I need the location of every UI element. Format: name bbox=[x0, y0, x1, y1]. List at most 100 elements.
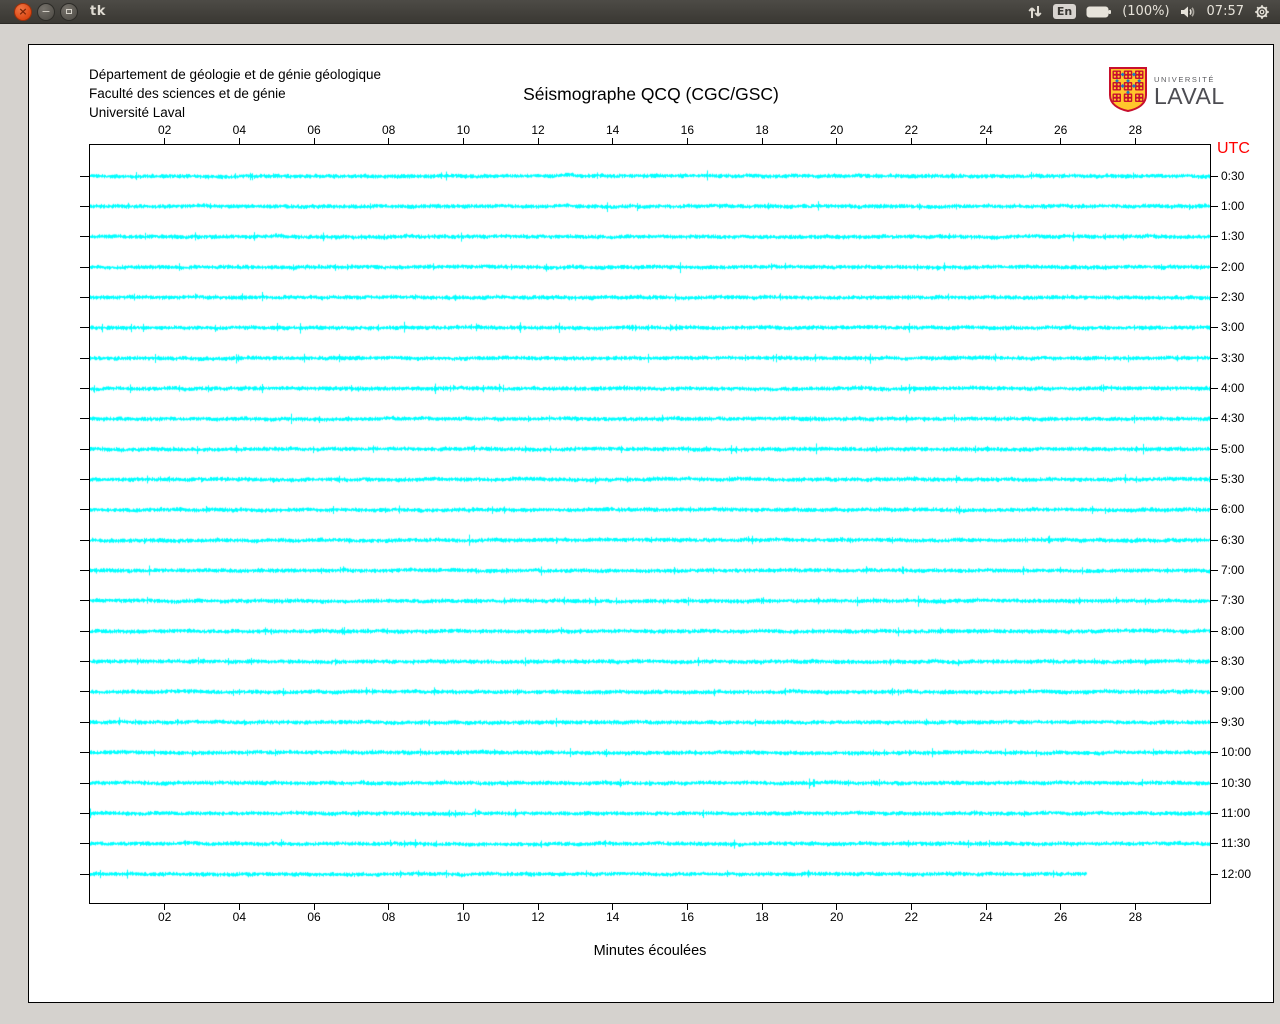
x-tick-top bbox=[1134, 138, 1136, 145]
battery-percentage: (100%) bbox=[1122, 4, 1170, 19]
x-tick-label-top: 16 bbox=[680, 123, 694, 137]
x-tick-label-bottom: 24 bbox=[979, 910, 993, 924]
utc-time-label: 3:30 bbox=[1221, 350, 1245, 365]
x-tick-label-top: 18 bbox=[755, 123, 769, 137]
x-tick-label-top: 28 bbox=[1128, 123, 1142, 137]
laval-logo-text: UNIVERSITÉ LAVAL bbox=[1154, 76, 1225, 109]
trace-tick-left bbox=[80, 661, 90, 663]
trace-tick-left bbox=[80, 812, 90, 814]
utc-time-label: 7:00 bbox=[1221, 563, 1245, 578]
utc-time-label: 3:00 bbox=[1221, 320, 1245, 335]
x-tick-bottom bbox=[1060, 903, 1062, 910]
trace-tick-right bbox=[1210, 873, 1218, 875]
x-tick-label-top: 14 bbox=[605, 123, 620, 137]
utc-time-label: 9:30 bbox=[1221, 714, 1245, 729]
institution-line-university: Université Laval bbox=[89, 105, 186, 120]
utc-time-label: 11:00 bbox=[1221, 805, 1251, 820]
institution-line-faculty: Faculté des sciences et de génie bbox=[89, 86, 286, 101]
trace-tick-left bbox=[80, 691, 90, 693]
utc-time-label: 1:30 bbox=[1221, 229, 1245, 244]
trace-tick-left bbox=[80, 600, 90, 602]
utc-time-label: 8:00 bbox=[1221, 623, 1245, 638]
battery-icon[interactable] bbox=[1086, 5, 1112, 19]
utc-time-label: 6:00 bbox=[1221, 502, 1245, 517]
seismogram-canvas bbox=[90, 145, 1210, 903]
window-minimize-button[interactable]: − bbox=[37, 2, 55, 21]
utc-time-label: 4:30 bbox=[1221, 411, 1245, 426]
trace-tick-left bbox=[80, 539, 90, 541]
utc-time-label: 2:00 bbox=[1221, 259, 1245, 274]
x-tick-top bbox=[537, 138, 539, 145]
x-tick-bottom bbox=[1134, 903, 1136, 910]
x-tick-bottom bbox=[313, 903, 315, 910]
x-tick-bottom bbox=[686, 903, 688, 910]
trace-tick-left bbox=[80, 843, 90, 845]
trace-tick-left bbox=[80, 175, 90, 177]
utc-time-label: 2:30 bbox=[1221, 289, 1245, 304]
x-tick-top bbox=[686, 138, 688, 145]
trace-tick-right bbox=[1210, 782, 1218, 784]
x-tick-label-bottom: 18 bbox=[755, 910, 769, 924]
utc-time-label: 10:00 bbox=[1221, 745, 1252, 760]
trace-tick-left bbox=[80, 205, 90, 207]
laval-shield-icon bbox=[1109, 67, 1147, 117]
x-tick-label-bottom: 26 bbox=[1053, 910, 1068, 924]
trace-tick-right bbox=[1210, 570, 1218, 572]
chart-title: Séismographe QCQ (CGC/GSC) bbox=[523, 84, 779, 104]
x-tick-top bbox=[761, 138, 763, 145]
trace-tick-right bbox=[1210, 205, 1218, 207]
x-tick-bottom bbox=[238, 903, 240, 910]
trace-tick-left bbox=[80, 387, 90, 389]
institution-line-department: Département de géologie et de génie géol… bbox=[89, 67, 381, 82]
volume-icon[interactable] bbox=[1180, 5, 1197, 19]
trace-tick-right bbox=[1210, 721, 1218, 723]
window-title: tk bbox=[90, 4, 106, 19]
session-gear-icon[interactable] bbox=[1254, 4, 1270, 20]
x-tick-label-top: 02 bbox=[157, 123, 172, 137]
x-tick-bottom bbox=[537, 903, 539, 910]
trace-tick-right bbox=[1210, 236, 1218, 238]
titlebar: × − tk En (100%) 07:57 bbox=[0, 0, 1280, 24]
x-tick-label-top: 24 bbox=[979, 123, 993, 137]
trace-tick-right bbox=[1210, 600, 1218, 602]
trace-tick-left bbox=[80, 721, 90, 723]
utc-time-label: 9:00 bbox=[1221, 684, 1245, 699]
x-tick-label-bottom: 12 bbox=[531, 910, 545, 924]
x-tick-label-bottom: 22 bbox=[904, 910, 918, 924]
trace-tick-right bbox=[1210, 175, 1218, 177]
trace-tick-left bbox=[80, 479, 90, 480]
utc-time-label: 1:00 bbox=[1221, 198, 1245, 213]
trace-tick-right bbox=[1210, 387, 1218, 389]
x-tick-top bbox=[313, 138, 315, 145]
utc-time-label: 4:00 bbox=[1221, 380, 1245, 395]
x-tick-label-top: 12 bbox=[531, 123, 545, 137]
trace-tick-right bbox=[1210, 418, 1218, 420]
trace-tick-right bbox=[1210, 296, 1218, 298]
x-tick-label-bottom: 06 bbox=[307, 910, 321, 924]
trace-tick-left bbox=[80, 630, 90, 632]
trace-tick-left bbox=[80, 873, 90, 875]
x-tick-top bbox=[1060, 138, 1062, 145]
trace-tick-right bbox=[1210, 661, 1218, 663]
x-tick-label-bottom: 02 bbox=[157, 910, 172, 924]
x-tick-bottom bbox=[910, 903, 912, 910]
trace-tick-left bbox=[80, 448, 90, 450]
x-tick-label-bottom: 16 bbox=[680, 910, 694, 924]
x-tick-bottom bbox=[164, 903, 166, 910]
laval-logo: UNIVERSITÉ LAVAL bbox=[1109, 67, 1225, 117]
window-maximize-button[interactable] bbox=[60, 2, 78, 21]
trace-tick-left bbox=[80, 418, 90, 420]
x-tick-bottom bbox=[836, 903, 838, 910]
keyboard-layout-indicator[interactable]: En bbox=[1052, 4, 1077, 19]
trace-tick-right bbox=[1210, 448, 1218, 450]
network-arrows-icon[interactable] bbox=[1027, 4, 1043, 20]
x-tick-top bbox=[985, 138, 987, 145]
trace-tick-right bbox=[1210, 539, 1218, 541]
x-tick-bottom bbox=[761, 903, 763, 910]
window-close-button[interactable]: × bbox=[14, 2, 32, 21]
clock[interactable]: 07:57 bbox=[1207, 4, 1244, 19]
utc-time-label: 5:30 bbox=[1221, 472, 1245, 486]
trace-tick-left bbox=[80, 752, 90, 754]
trace-tick-left bbox=[80, 236, 90, 238]
x-tick-bottom bbox=[462, 903, 464, 910]
